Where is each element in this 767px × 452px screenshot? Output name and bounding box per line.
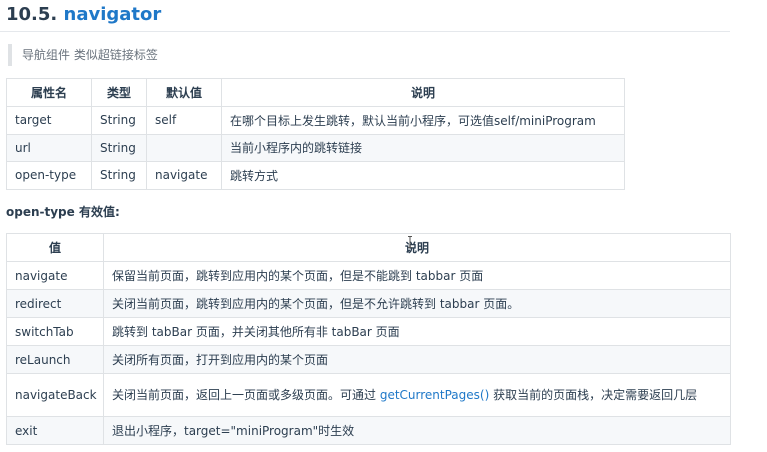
value-cell: navigateBack: [6, 373, 104, 417]
value-cell: switchTab: [6, 317, 104, 346]
props-header-desc: 说明: [221, 78, 625, 107]
description-blockquote: 导航组件 类似超链接标签: [8, 44, 158, 66]
table-row: navigate 保留当前页面，跳转到应用内的某个页面，但是不能跳到 tabba…: [6, 261, 731, 290]
prop-desc-cell: 跳转方式: [221, 161, 625, 190]
prop-type-cell: String: [91, 106, 147, 135]
props-table: 属性名 类型 默认值 说明 target String self 在哪个目标上发…: [6, 78, 625, 190]
value-desc-cell: 跳转到 tabBar 页面，并关闭其他所有非 tabBar 页面: [103, 317, 731, 346]
value-desc-cell: 关闭当前页面，返回上一页面或多级页面。可通过 getCurrentPages()…: [103, 373, 731, 417]
value-desc-cell: 关闭所有页面，打开到应用内的某个页面: [103, 345, 731, 374]
subheading-text: 有效值:: [74, 205, 120, 219]
prop-name-cell: url: [6, 133, 92, 162]
value-cell: exit: [6, 416, 104, 445]
subheading-code: open-type: [6, 205, 75, 219]
get-current-pages-link[interactable]: getCurrentPages(): [380, 388, 489, 402]
table-row: redirect 关闭当前页面，跳转到应用内的某个页面，但是不允许跳转到 tab…: [6, 289, 731, 318]
value-desc-cell: 保留当前页面，跳转到应用内的某个页面，但是不能跳到 tabbar 页面: [103, 261, 731, 290]
prop-type-cell: String: [91, 133, 147, 162]
desc-text-before: 关闭当前页面，返回上一页面或多级页面。可通过: [112, 387, 380, 402]
table-row: reLaunch 关闭所有页面，打开到应用内的某个页面: [6, 345, 731, 374]
value-desc-cell: 关闭当前页面，跳转到应用内的某个页面，但是不允许跳转到 tabbar 页面。: [103, 289, 731, 318]
prop-name-cell: target: [6, 106, 92, 135]
prop-default-cell: navigate: [146, 161, 222, 190]
value-cell: reLaunch: [6, 345, 104, 374]
title-divider: [0, 31, 730, 32]
page-title: 10.5. navigator: [6, 3, 746, 29]
text-cursor-icon: [408, 236, 412, 248]
prop-default-cell: self: [146, 106, 222, 135]
props-table-header-row: 属性名 类型 默认值 说明: [6, 78, 625, 107]
values-header-desc: 说明: [103, 233, 731, 262]
values-header-value: 值: [6, 233, 104, 262]
prop-desc-cell: 当前小程序内的跳转链接: [221, 133, 625, 162]
value-cell: navigate: [6, 261, 104, 290]
prop-type-cell: String: [91, 161, 147, 190]
open-type-subheading: open-type 有效值:: [6, 202, 120, 222]
table-row: switchTab 跳转到 tabBar 页面，并关闭其他所有非 tabBar …: [6, 317, 731, 346]
prop-name-cell: open-type: [6, 161, 92, 190]
description-text: 导航组件 类似超链接标签: [22, 48, 158, 62]
table-row: open-type String navigate 跳转方式: [6, 161, 625, 190]
props-header-default: 默认值: [146, 78, 222, 107]
table-row: target String self 在哪个目标上发生跳转，默认当前小程序，可选…: [6, 106, 625, 135]
values-table-header-row: 值 说明: [6, 233, 731, 262]
prop-desc-cell: 在哪个目标上发生跳转，默认当前小程序，可选值self/miniProgram: [221, 106, 625, 135]
section-title: navigator: [63, 4, 162, 25]
props-header-type: 类型: [91, 78, 147, 107]
open-type-values-table: 值 说明 navigate 保留当前页面，跳转到应用内的某个页面，但是不能跳到 …: [6, 233, 731, 445]
props-header-name: 属性名: [6, 78, 92, 107]
value-cell: redirect: [6, 289, 104, 318]
value-desc-cell: 退出小程序，target="miniProgram"时生效: [103, 416, 731, 445]
desc-text-after: 获取当前的页面栈，决定需要返回几层: [489, 387, 698, 402]
table-row: navigateBack 关闭当前页面，返回上一页面或多级页面。可通过 getC…: [6, 373, 731, 417]
table-row: url String 当前小程序内的跳转链接: [6, 133, 625, 162]
section-number: 10.5.: [6, 4, 58, 25]
prop-default-cell: [146, 133, 222, 162]
table-row: exit 退出小程序，target="miniProgram"时生效: [6, 416, 731, 445]
